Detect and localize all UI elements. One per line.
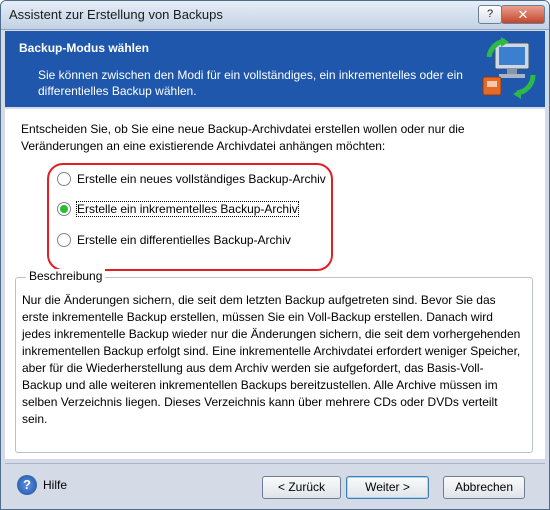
help-link[interactable]: Hilfe <box>43 478 67 492</box>
header-banner: Backup-Modus wählen Sie können zwischen … <box>5 31 545 107</box>
description-title: Beschreibung <box>26 269 106 283</box>
back-button[interactable]: < Zurück <box>262 476 341 499</box>
option-differential-backup[interactable]: Erstelle ein differentielles Backup-Arch… <box>57 231 291 249</box>
intro-text: Entscheiden Sie, ob Sie eine neue Backup… <box>21 122 465 153</box>
radio-incremental-backup[interactable] <box>57 202 71 216</box>
title-help-button[interactable]: ? <box>478 5 502 24</box>
option-full-backup-label: Erstelle ein neues vollständiges Backup-… <box>77 172 326 186</box>
help-icon[interactable]: ? <box>17 475 37 495</box>
radio-differential-backup[interactable] <box>57 233 71 247</box>
radio-full-backup[interactable] <box>57 172 71 186</box>
wizard-window: Assistent zur Erstellung von Backups ? ✕… <box>0 0 550 510</box>
computer-backup-icon <box>482 37 536 99</box>
page-description: Sie können zwischen den Modi für ein vol… <box>38 68 463 98</box>
option-full-backup[interactable]: Erstelle ein neues vollständiges Backup-… <box>57 170 326 188</box>
page-heading: Backup-Modus wählen <box>19 41 150 55</box>
description-group: Beschreibung Nur die Änderungen sichern,… <box>15 269 533 453</box>
option-differential-backup-label: Erstelle ein differentielles Backup-Arch… <box>77 233 291 247</box>
option-incremental-backup-label: Erstelle ein inkrementelles Backup-Archi… <box>76 201 299 217</box>
footer-bar: ? Hilfe < Zurück Weiter > Abbrechen <box>5 463 545 508</box>
title-bar[interactable]: Assistent zur Erstellung von Backups ? ✕ <box>1 1 549 30</box>
content-area: Entscheiden Sie, ob Sie eine neue Backup… <box>5 109 545 459</box>
cancel-button[interactable]: Abbrechen <box>443 476 525 499</box>
window-title: Assistent zur Erstellung von Backups <box>9 7 223 22</box>
close-button[interactable]: ✕ <box>501 5 545 24</box>
next-button[interactable]: Weiter > <box>346 476 429 499</box>
option-incremental-backup[interactable]: Erstelle ein inkrementelles Backup-Archi… <box>57 200 299 218</box>
description-text: Nur die Änderungen sichern, die seit dem… <box>22 293 521 426</box>
